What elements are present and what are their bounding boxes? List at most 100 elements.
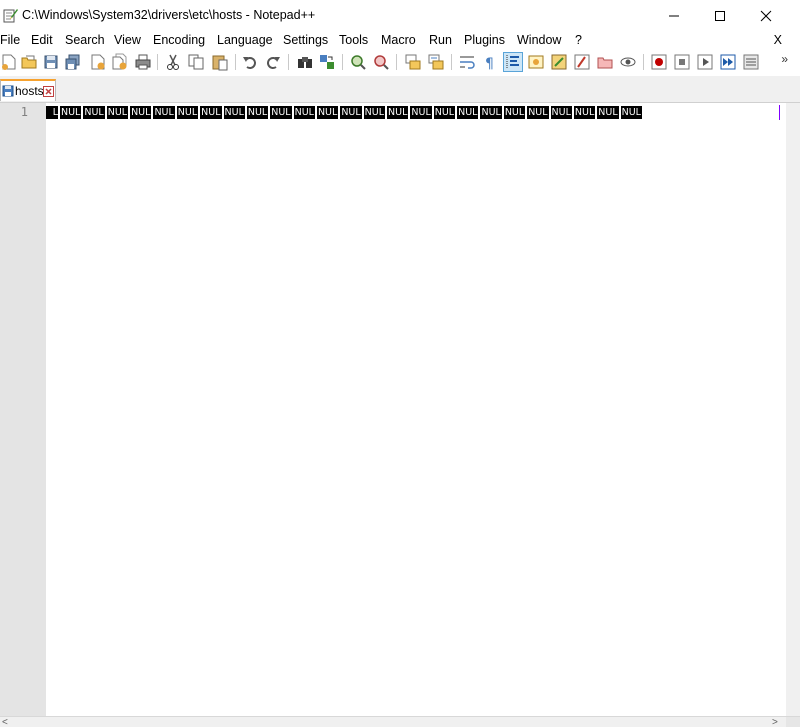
maximize-icon <box>715 10 725 21</box>
text-editor[interactable]: L NUL NUL NUL NUL NUL NUL NUL NUL NUL NUL NUL NUL NUL… <box>46 103 786 716</box>
nul-character: NUL <box>83 106 105 119</box>
vertical-scrollbar[interactable] <box>786 103 800 716</box>
zoom-in-icon[interactable] <box>349 53 367 71</box>
maximize-button[interactable] <box>697 0 743 31</box>
toolbar: ¶ » <box>0 51 800 74</box>
menu-macro[interactable]: Macro <box>381 33 416 47</box>
indent-guide-icon[interactable] <box>503 52 523 72</box>
nul-character: NUL <box>316 106 339 119</box>
user-language-icon[interactable] <box>527 53 545 71</box>
scroll-right-arrow-icon[interactable]: > <box>772 717 778 728</box>
save-icon[interactable] <box>42 53 60 71</box>
show-all-characters-icon[interactable]: ¶ <box>481 53 499 71</box>
nul-character: NUL <box>527 106 549 119</box>
nul-character: NUL <box>363 106 386 119</box>
menu-encoding[interactable]: Encoding <box>153 33 205 47</box>
editor-area: 1 L NUL NUL NUL NUL NUL NUL NUL NUL NUL NUL NUL NUL N… <box>0 103 800 716</box>
sync-vertical-icon[interactable] <box>404 53 422 71</box>
title-bar: C:\Windows\System32\drivers\etc\hosts - … <box>0 0 800 31</box>
nul-character: NUL <box>387 106 409 119</box>
scroll-left-arrow-icon[interactable]: < <box>2 717 8 728</box>
saved-file-icon <box>2 85 14 100</box>
line-number-gutter: 1 <box>0 103 46 716</box>
find-icon[interactable] <box>296 53 314 71</box>
close-icon <box>760 10 772 21</box>
nul-character: NUL <box>550 106 572 119</box>
nul-character: NUL <box>620 106 642 119</box>
menu-settings[interactable]: Settings <box>283 33 328 47</box>
close-all-icon[interactable] <box>111 53 129 71</box>
close-window-button[interactable] <box>743 0 789 31</box>
nul-character: NUL <box>176 106 199 119</box>
nul-character: NUL <box>200 106 222 119</box>
close-file-icon[interactable] <box>89 53 107 71</box>
menu-bar: File Edit Search View Encoding Language … <box>0 31 800 51</box>
document-map-icon[interactable] <box>550 53 568 71</box>
toolbar-separator <box>451 54 452 70</box>
function-list-icon[interactable] <box>573 53 591 71</box>
folder-as-workspace-icon[interactable] <box>596 53 614 71</box>
toolbar-separator <box>643 54 644 70</box>
tab-close-icon[interactable] <box>43 85 54 97</box>
nul-character: NUL <box>153 106 175 119</box>
copy-icon[interactable] <box>187 53 205 71</box>
tab-hosts[interactable]: hosts <box>0 79 56 101</box>
nul-character: NUL <box>597 106 619 119</box>
nul-character: NUL <box>106 106 129 119</box>
word-wrap-icon[interactable] <box>458 53 476 71</box>
menu-window[interactable]: Window <box>517 33 561 47</box>
editor-line[interactable]: L NUL NUL NUL NUL NUL NUL NUL NUL NUL NUL NUL NUL NUL… <box>46 104 781 121</box>
close-document-button[interactable]: X <box>774 33 782 47</box>
tab-label: hosts <box>15 84 44 98</box>
menu-run[interactable]: Run <box>429 33 452 47</box>
nul-character: NUL <box>293 106 315 119</box>
menu-tools[interactable]: Tools <box>339 33 368 47</box>
zoom-out-icon[interactable] <box>372 53 390 71</box>
toolbar-separator <box>288 54 289 70</box>
toolbar-separator <box>235 54 236 70</box>
save-all-icon[interactable] <box>64 53 82 71</box>
menu-search[interactable]: Search <box>65 33 105 47</box>
nul-character: NUL <box>270 106 292 119</box>
nul-character: NUL <box>480 106 502 119</box>
undo-icon[interactable] <box>241 53 259 71</box>
record-macro-icon[interactable] <box>650 53 668 71</box>
menu-language[interactable]: Language <box>217 33 273 47</box>
menu-file[interactable]: File <box>0 33 20 47</box>
toolbar-separator <box>342 54 343 70</box>
open-file-icon[interactable] <box>20 53 38 71</box>
play-macro-icon[interactable] <box>696 53 714 71</box>
nul-character: NUL <box>60 106 82 119</box>
paste-icon[interactable] <box>211 53 229 71</box>
nul-character: L <box>46 106 58 119</box>
menu-help[interactable]: ? <box>575 33 582 47</box>
sync-horizontal-icon[interactable] <box>427 53 445 71</box>
nul-character: NUL <box>223 106 245 119</box>
stop-recording-icon[interactable] <box>673 53 691 71</box>
redo-icon[interactable] <box>264 53 282 71</box>
menu-edit[interactable]: Edit <box>31 33 53 47</box>
toolbar-separator <box>157 54 158 70</box>
horizontal-scrollbar[interactable]: < > <box>0 716 800 728</box>
replace-icon[interactable] <box>318 53 336 71</box>
print-icon[interactable] <box>134 53 152 71</box>
menu-plugins[interactable]: Plugins <box>464 33 505 47</box>
nul-character: NUL <box>130 106 152 119</box>
svg-text:¶: ¶ <box>485 56 494 71</box>
cut-icon[interactable] <box>164 53 182 71</box>
nul-character: NUL <box>457 106 479 119</box>
monitoring-icon[interactable] <box>619 53 637 71</box>
tab-bar: hosts <box>0 76 800 103</box>
minimize-button[interactable] <box>651 0 697 31</box>
new-file-icon[interactable] <box>0 53 18 71</box>
save-macro-icon[interactable] <box>742 53 760 71</box>
nul-character: NUL <box>433 106 456 119</box>
menu-view[interactable]: View <box>114 33 141 47</box>
text-caret <box>779 105 780 120</box>
nul-character: NUL <box>246 106 269 119</box>
toolbar-overflow-chevron-icon[interactable]: » <box>781 52 788 66</box>
minimize-icon <box>669 15 679 16</box>
line-number: 1 <box>20 105 28 119</box>
window-title: C:\Windows\System32\drivers\etc\hosts - … <box>22 8 316 22</box>
run-macro-multiple-icon[interactable] <box>719 53 737 71</box>
